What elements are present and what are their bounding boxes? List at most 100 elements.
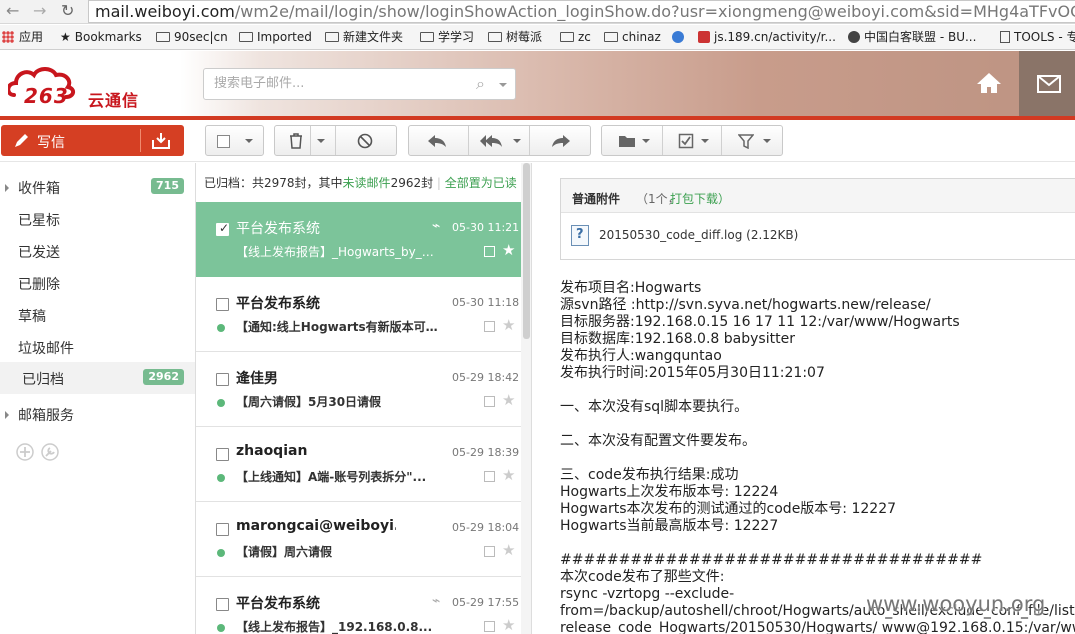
chevron-down-icon[interactable] bbox=[513, 139, 521, 143]
row-checkbox[interactable] bbox=[216, 523, 229, 536]
copy-icon[interactable] bbox=[484, 246, 495, 257]
address-bar[interactable]: mail.weiboyi.com/wm2e/mail/login/show/lo… bbox=[88, 0, 1075, 23]
bookmark-zc[interactable]: zc bbox=[560, 29, 591, 46]
expand-icon[interactable] bbox=[5, 184, 9, 192]
bookmarks-bar: 应用 ★ Bookmarks 90sec|cn Imported 新建文件夹 学学… bbox=[0, 25, 1075, 50]
bookmark-js189[interactable]: js.189.cn/activity/r... bbox=[698, 29, 836, 46]
expand-icon[interactable] bbox=[5, 411, 9, 419]
site-favicon-icon bbox=[698, 31, 710, 43]
bookmark-baike[interactable]: 中国白客联盟 - BU... bbox=[848, 29, 976, 46]
copy-icon[interactable] bbox=[484, 471, 495, 482]
sidebar-item-sent[interactable]: 已发送 bbox=[0, 235, 196, 267]
list-item[interactable]: marongcai@weiboyi. 05-29 18:04 【请假】周六请假 … bbox=[196, 502, 531, 577]
star-icon[interactable]: ★ bbox=[502, 541, 515, 559]
url-path: /wm2e/mail/login/show/loginShowAction_lo… bbox=[234, 2, 1075, 21]
row-checkbox[interactable] bbox=[216, 448, 229, 461]
list-item[interactable]: ✓ 平台发布系统 ⌁ 05-30 11:21 【线上发布报告】_Hogwarts… bbox=[196, 202, 531, 277]
mark-checkbox-icon[interactable] bbox=[678, 133, 694, 149]
star-icon[interactable]: ★ bbox=[502, 391, 515, 409]
sidebar-item-deleted[interactable]: 已删除 bbox=[0, 267, 196, 299]
sidebar-item-archive[interactable]: 已归档 2962 bbox=[0, 362, 196, 394]
unread-count: 2962封 bbox=[390, 176, 434, 190]
row-checkbox[interactable] bbox=[216, 598, 229, 611]
bookmark-raspberry[interactable]: 树莓派 bbox=[488, 29, 542, 46]
browser-toolbar: ← → ↻ mail.weiboyi.com/wm2e/mail/login/s… bbox=[0, 0, 1075, 24]
row-checkbox[interactable]: ✓ bbox=[216, 221, 229, 236]
summary-text: 已归档：共2978封，其中 bbox=[204, 176, 343, 190]
row-checkbox[interactable] bbox=[216, 298, 229, 311]
download-all-link[interactable]: 打包下载） bbox=[670, 190, 730, 207]
sidebar-item-drafts[interactable]: 草稿 bbox=[0, 299, 196, 331]
search-box: ⌕ bbox=[203, 68, 516, 100]
mail-button[interactable] bbox=[1019, 51, 1075, 116]
list-item[interactable]: 平台发布系统 ⌁ 05-29 17:55 【线上发布报告】_192.168.0.… bbox=[196, 577, 531, 634]
compose-button[interactable]: 写信 bbox=[1, 125, 184, 156]
copy-icon[interactable] bbox=[484, 321, 495, 332]
sidebar-item-mail-services[interactable]: 邮箱服务 bbox=[0, 398, 196, 430]
select-all-checkbox[interactable] bbox=[217, 135, 230, 148]
unread-dot-icon bbox=[217, 549, 225, 557]
message-sender: 平台发布系统 bbox=[236, 296, 320, 312]
copy-icon[interactable] bbox=[484, 621, 495, 632]
bookmark-study[interactable]: 学学习 bbox=[420, 29, 474, 46]
select-all-dropdown[interactable] bbox=[205, 125, 264, 156]
star-icon[interactable]: ★ bbox=[502, 466, 515, 484]
bookmark-imported[interactable]: Imported bbox=[239, 29, 312, 46]
list-item[interactable]: 平台发布系统 05-30 11:18 【通知:线上Hogwarts有新版本可以发… bbox=[196, 277, 531, 352]
toolbar-divider bbox=[468, 126, 469, 155]
message-subject: 【周六请假】5月30日请假 bbox=[236, 395, 382, 409]
reply-all-icon[interactable] bbox=[479, 134, 503, 148]
folder-icon bbox=[560, 32, 574, 42]
chevron-down-icon[interactable] bbox=[317, 139, 325, 143]
reply-icon[interactable] bbox=[427, 134, 447, 148]
bookmark-bookmarks[interactable]: ★ Bookmarks bbox=[60, 29, 142, 46]
trash-icon[interactable] bbox=[288, 133, 304, 149]
search-icon[interactable]: ⌕ bbox=[476, 74, 485, 94]
document-icon bbox=[1000, 31, 1010, 43]
bookmark-apps[interactable]: 应用 bbox=[2, 29, 43, 46]
bookmark-chinaz[interactable]: chinaz bbox=[604, 29, 661, 46]
row-checkbox[interactable] bbox=[216, 373, 229, 386]
list-item[interactable]: 逄佳男 05-29 18:42 【周六请假】5月30日请假 ★ bbox=[196, 352, 531, 427]
forward-icon[interactable]: → bbox=[33, 1, 46, 20]
star-icon[interactable]: ★ bbox=[502, 616, 515, 634]
reload-icon[interactable]: ↻ bbox=[61, 1, 74, 20]
sidebar-item-spam[interactable]: 垃圾邮件 bbox=[0, 331, 196, 363]
attachment-icon: ⌁ bbox=[432, 593, 441, 609]
bookmark-tools[interactable]: TOOLS - 专 bbox=[1000, 29, 1075, 46]
star-icon[interactable]: ★ bbox=[502, 241, 515, 259]
block-icon[interactable] bbox=[357, 133, 373, 149]
inbox-receive-icon[interactable] bbox=[151, 132, 171, 150]
copy-icon[interactable] bbox=[484, 546, 495, 557]
home-button[interactable] bbox=[962, 51, 1018, 116]
sidebar-item-inbox[interactable]: 收件箱 715 bbox=[0, 171, 196, 203]
unread-filter-link[interactable]: 未读邮件 bbox=[343, 176, 391, 190]
copy-icon[interactable] bbox=[484, 396, 495, 407]
message-subject: 【请假】周六请假 bbox=[236, 545, 333, 559]
folder-icon bbox=[604, 32, 618, 42]
sidebar-item-label: 已星标 bbox=[18, 213, 60, 229]
list-scrollbar-thumb[interactable] bbox=[523, 163, 530, 339]
sidebar-item-starred[interactable]: 已星标 bbox=[0, 203, 196, 235]
pen-icon bbox=[15, 134, 28, 147]
bookmark-globe[interactable] bbox=[672, 29, 688, 46]
attachment-file-link[interactable]: 20150530_code_diff.log (2.12KB) bbox=[599, 228, 798, 242]
unread-dot-icon bbox=[217, 624, 225, 632]
folder-move-icon[interactable] bbox=[618, 134, 636, 148]
wrench-settings-icon[interactable] bbox=[41, 443, 59, 461]
search-dropdown-icon[interactable] bbox=[499, 83, 507, 87]
forward-icon[interactable] bbox=[551, 134, 571, 148]
mark-all-read-link[interactable]: 全部置为已读 bbox=[445, 176, 517, 190]
back-icon[interactable]: ← bbox=[6, 1, 19, 20]
sidebar-item-label: 邮箱服务 bbox=[18, 408, 74, 424]
list-item[interactable]: zhaoqian 05-29 18:39 【上线通知】A端-账号列表拆分"...… bbox=[196, 427, 531, 502]
filter-icon[interactable] bbox=[738, 134, 754, 149]
search-input[interactable] bbox=[214, 76, 454, 91]
bookmark-new-folder[interactable]: 新建文件夹 bbox=[325, 29, 403, 46]
add-folder-icon[interactable] bbox=[16, 443, 34, 461]
star-icon[interactable]: ★ bbox=[502, 316, 515, 334]
reading-pane: 普通附件 （1个， 打包下载） ? 20150530_code_diff.log… bbox=[532, 163, 1075, 634]
bookmark-90sec[interactable]: 90sec|cn bbox=[156, 29, 228, 46]
attachment-panel: 普通附件 （1个， 打包下载） ? 20150530_code_diff.log… bbox=[560, 178, 1075, 260]
toolbar-divider bbox=[310, 126, 311, 155]
